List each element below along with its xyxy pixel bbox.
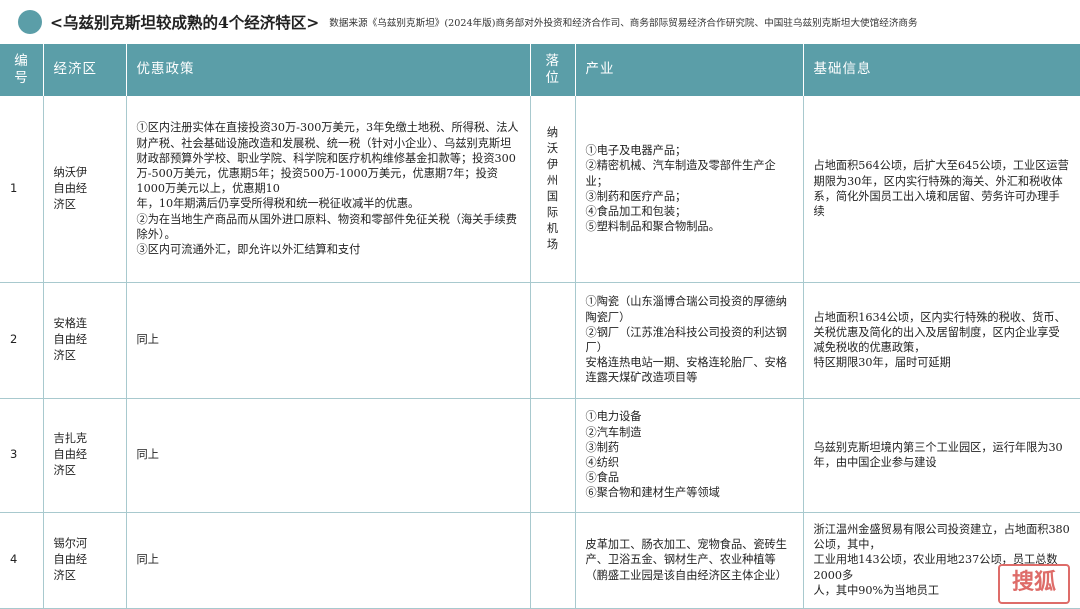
zone-line: 济区 xyxy=(53,197,76,211)
basic-line: 浙江温州金盛贸易有限公司投资建立，占地面积380公顷，其中， xyxy=(813,522,1070,552)
policy-line: ①区内注册实体在直接投资30万-300万美元，3年免缴土地税、所得税、法人财产税… xyxy=(136,121,519,196)
policy-line: 同上 xyxy=(136,448,159,462)
policy-line: ③区内可流通外汇，即允许以外汇结算和支付 xyxy=(136,242,361,256)
zone-line: 锡尔河 xyxy=(53,537,88,550)
industry-line: ④食品加工和包装； xyxy=(585,204,687,218)
header-zone: 经济区 xyxy=(43,44,127,96)
industry-line: ①电子及电器产品； xyxy=(585,144,687,158)
location-line: 沃 xyxy=(546,141,559,155)
industry-line: ③制药 xyxy=(585,440,620,454)
location-line: 州 xyxy=(546,173,559,187)
header-location-label: 落位 xyxy=(545,53,560,86)
header-policy: 优惠政策 xyxy=(126,44,531,96)
basic-line: 乌兹别克斯坦境内第三个工业园区，运行年限为30年，由中国企业参与建设 xyxy=(813,440,1063,469)
location-line: 国 xyxy=(546,189,559,203)
zone-line: 自由经 xyxy=(53,448,88,461)
industry-line: ④纺织 xyxy=(585,456,620,469)
industry-line: 皮革加工、肠衣加工、宠物食品、瓷砖生产、卫浴五金、钢材生产、农业种植等（鹏盛工业… xyxy=(585,538,787,582)
policy-line: 同上 xyxy=(136,333,159,347)
zone-line: 安格连 xyxy=(53,317,88,330)
title-bullet-icon xyxy=(18,10,42,34)
cell-policy: 同上 xyxy=(126,398,531,513)
zone-line: 纳沃伊 xyxy=(53,165,88,179)
industry-line: ⑤塑料制品和聚合物制品。 xyxy=(585,220,720,234)
cell-industry: ①电力设备 ②汽车制造 ③制药 ④纺织 ⑤食品 ⑥聚合物和建材生产等领域 xyxy=(575,398,804,513)
cell-location: 纳沃伊州国际机场 xyxy=(530,96,576,283)
cell-basic: 占地面积1634公顷，区内实行特殊的税收、货币、关税优惠及简化的出入及居留制度，… xyxy=(803,282,1080,399)
cell-location xyxy=(530,512,576,609)
basic-line: 占地面积1634公顷，区内实行特殊的税收、货币、关税优惠及简化的出入及居留制度，… xyxy=(813,310,1066,354)
zone-line: 吉扎克 xyxy=(53,432,88,445)
location-line: 场 xyxy=(546,237,559,251)
location-line: 机 xyxy=(546,221,559,235)
title-bar: <乌兹别克斯坦较成熟的4个经济特区> 数据来源《乌兹别克斯坦》(2024年版)商… xyxy=(0,0,1080,44)
header-location: 落位 xyxy=(530,44,576,96)
cell-no: 2 xyxy=(0,282,44,399)
industry-line: 安格连热电站一期、安格连轮胎厂、安格连露天煤矿改造项目等 xyxy=(585,356,787,385)
header-industry: 产业 xyxy=(575,44,804,96)
zone-line: 自由经 xyxy=(53,333,88,346)
policy-line: 年，10年期满后仍享受所得税和统一税征收减半的优惠。 xyxy=(136,197,420,211)
industry-line: ①电力设备 xyxy=(585,410,642,424)
cell-policy: 同上 xyxy=(126,282,531,399)
industry-line: ⑤食品 xyxy=(585,471,620,485)
basic-line: 占地面积564公顷，后扩大至645公顷，工业区运营期限为30年，区内实行特殊的海… xyxy=(813,159,1069,218)
cell-location xyxy=(530,398,576,513)
industry-line: ②钢厂（江苏淮冶科技公司投资的利达钢厂） xyxy=(585,325,787,354)
cell-basic: 占地面积564公顷，后扩大至645公顷，工业区运营期限为30年，区内实行特殊的海… xyxy=(803,96,1080,283)
page-title: <乌兹别克斯坦较成熟的4个经济特区> xyxy=(50,13,320,32)
basic-line: 特区期限30年，届时可延期 xyxy=(813,356,951,370)
table-row: 3 吉扎克 自由经 济区 同上 ①电力设备 ②汽车制造 ③制药 ④纺织 ⑤食品 ⑥聚合物和建材生产等… xyxy=(0,398,1080,513)
table-header-row: 编号 经济区 优惠政策 落位 产业 基础信息 xyxy=(0,44,1080,96)
location-line: 纳 xyxy=(546,125,559,139)
table-row: 4 锡尔河 自由经 济区 同上 皮革加工、肠衣加工、宠物食品、瓷砖生产、卫浴五金、钢材生产… xyxy=(0,512,1080,609)
zone-line: 济区 xyxy=(53,569,76,582)
cell-basic: 乌兹别克斯坦境内第三个工业园区，运行年限为30年，由中国企业参与建设 xyxy=(803,398,1080,513)
cell-no: 1 xyxy=(0,96,44,283)
industry-line: ②精密机械、汽车制造及零部件生产企业； xyxy=(585,159,776,188)
cell-no: 3 xyxy=(0,398,44,513)
cell-policy: ①区内注册实体在直接投资30万-300万美元，3年免缴土地税、所得税、法人财产税… xyxy=(126,96,531,283)
policy-line: ②为在当地生产商品而从国外进口原料、物资和零部件免征关税（海关手续费除外）。 xyxy=(136,212,517,241)
zone-line: 济区 xyxy=(53,464,76,477)
policy-line: 同上 xyxy=(136,553,159,567)
data-source-note: 数据来源《乌兹别克斯坦》(2024年版)商务部对外投资和经济合作司、商务部际贸易… xyxy=(329,18,918,29)
cell-zone: 纳沃伊 自由经 济区 xyxy=(43,96,127,283)
location-line: 际 xyxy=(546,205,559,219)
header-no: 编号 xyxy=(0,44,44,96)
watermark-logo: 搜狐 xyxy=(998,564,1070,604)
industry-line: ①陶瓷（山东淄博合瑞公司投资的厚德纳陶瓷厂） xyxy=(585,295,787,324)
cell-industry: ①陶瓷（山东淄博合瑞公司投资的厚德纳陶瓷厂） ②钢厂（江苏淮冶科技公司投资的利达钢… xyxy=(575,282,804,399)
cell-policy: 同上 xyxy=(126,512,531,609)
industry-line: ⑥聚合物和建材生产等领域 xyxy=(585,486,720,500)
table-row: 2 安格连 自由经 济区 同上 ①陶瓷（山东淄博合瑞公司投资的厚德纳陶瓷厂） ②钢厂（江苏淮… xyxy=(0,282,1080,399)
industry-line: ②汽车制造 xyxy=(585,425,642,439)
industry-line: ③制药和医疗产品； xyxy=(585,189,687,203)
cell-industry: ①电子及电器产品； ②精密机械、汽车制造及零部件生产企业； ③制药和医疗产品； ④食品… xyxy=(575,96,804,283)
economic-zones-table: 编号 经济区 优惠政策 落位 产业 基础信息 1 纳沃伊 自由经 济区 ①区内注册实体在… xyxy=(0,44,1080,609)
cell-zone: 吉扎克 自由经 济区 xyxy=(43,398,127,513)
cell-zone: 锡尔河 自由经 济区 xyxy=(43,512,127,609)
zone-line: 自由经 xyxy=(53,553,88,566)
cell-location xyxy=(530,282,576,399)
cell-no: 4 xyxy=(0,512,44,609)
location-line: 伊 xyxy=(546,157,559,171)
cell-industry: 皮革加工、肠衣加工、宠物食品、瓷砖生产、卫浴五金、钢材生产、农业种植等（鹏盛工业… xyxy=(575,512,804,609)
cell-zone: 安格连 自由经 济区 xyxy=(43,282,127,399)
header-no-label: 编号 xyxy=(14,53,29,86)
header-basic: 基础信息 xyxy=(803,44,1080,96)
table-row: 1 纳沃伊 自由经 济区 ①区内注册实体在直接投资30万-300万美元，3年免缴土地税、… xyxy=(0,96,1080,283)
zone-line: 自由经 xyxy=(53,181,88,195)
zone-line: 济区 xyxy=(53,349,76,362)
